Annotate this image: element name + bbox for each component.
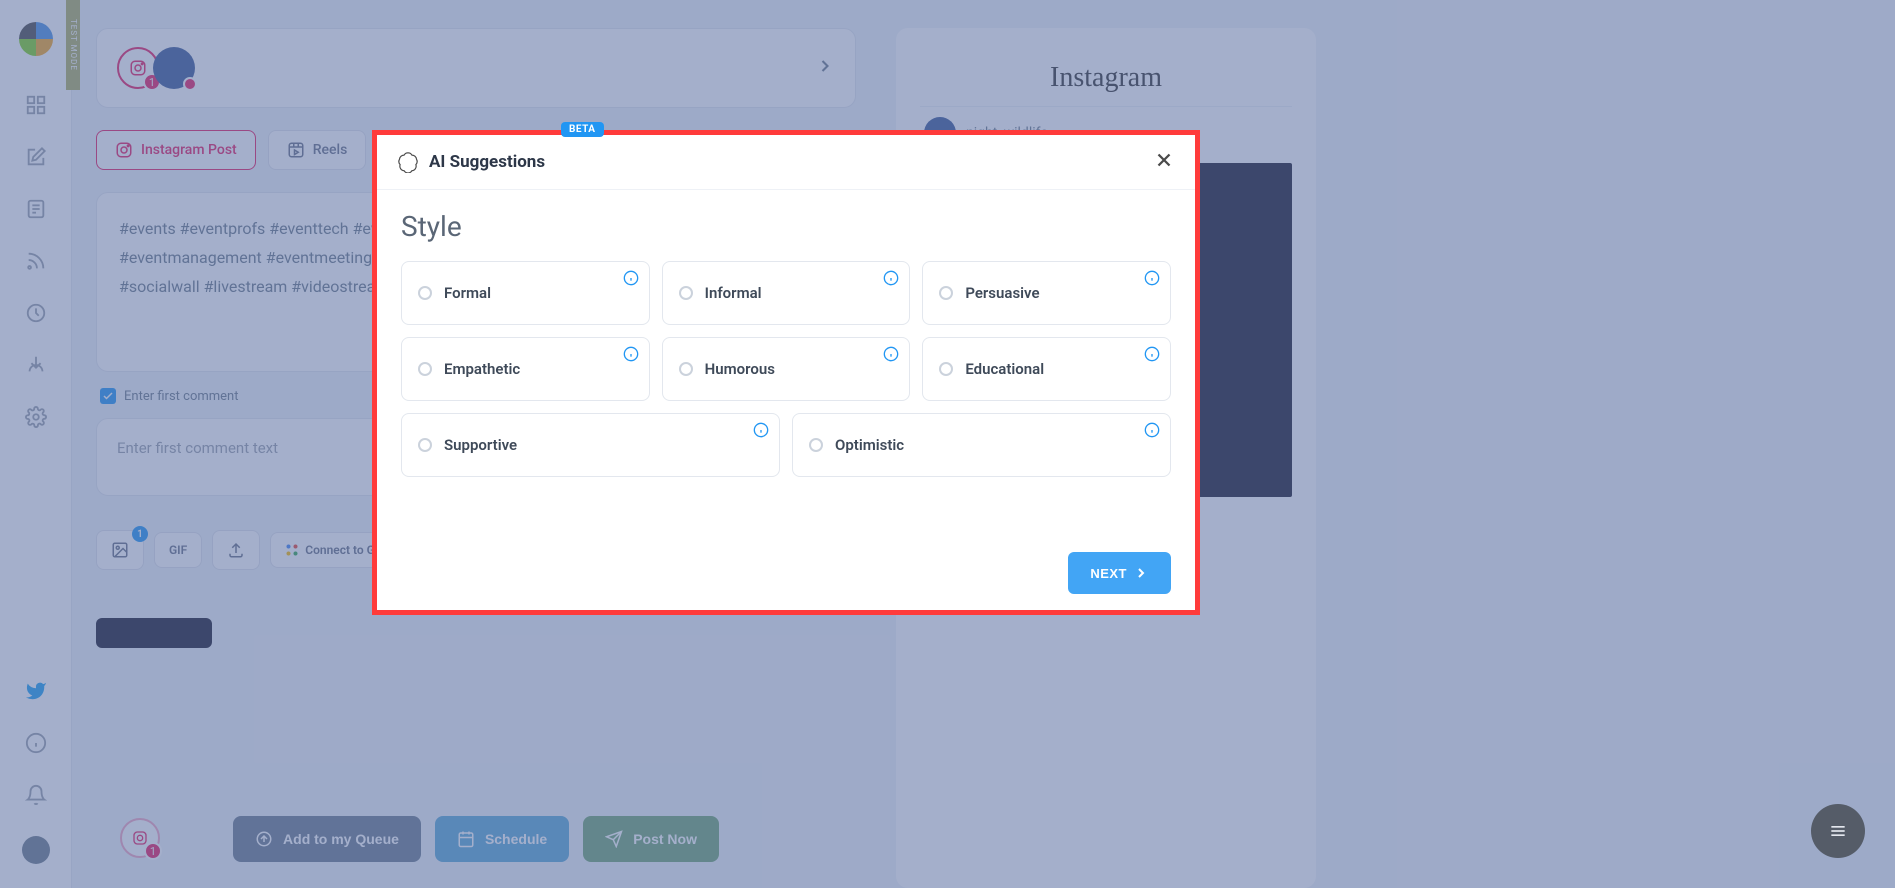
radio-icon (939, 362, 953, 376)
style-heading: Style (401, 210, 1171, 243)
fab-menu-button[interactable] (1811, 804, 1865, 858)
info-icon[interactable] (1144, 422, 1160, 438)
radio-icon (809, 438, 823, 452)
option-label: Persuasive (965, 284, 1039, 302)
menu-icon (1828, 821, 1848, 841)
modal-footer: NEXT (377, 536, 1195, 610)
option-label: Empathetic (444, 360, 520, 378)
radio-icon (939, 286, 953, 300)
radio-icon (679, 362, 693, 376)
info-icon[interactable] (1144, 270, 1160, 286)
modal-header: AI Suggestions (377, 135, 1195, 190)
chevron-right-icon (1133, 565, 1149, 581)
close-icon (1153, 149, 1175, 171)
next-label: NEXT (1090, 566, 1127, 581)
modal-title-wrap: AI Suggestions (397, 151, 545, 173)
style-option-persuasive[interactable]: Persuasive (922, 261, 1171, 325)
radio-icon (418, 362, 432, 376)
radio-icon (418, 438, 432, 452)
option-label: Informal (705, 284, 762, 302)
option-label: Humorous (705, 360, 775, 378)
radio-icon (679, 286, 693, 300)
modal-title: AI Suggestions (429, 152, 545, 172)
style-option-formal[interactable]: Formal (401, 261, 650, 325)
openai-icon (397, 151, 419, 173)
option-label: Supportive (444, 436, 517, 454)
style-option-informal[interactable]: Informal (662, 261, 911, 325)
radio-icon (418, 286, 432, 300)
ai-suggestions-modal: BETA AI Suggestions Style Formal Informa… (372, 130, 1200, 615)
style-option-supportive[interactable]: Supportive (401, 413, 780, 477)
modal-close-button[interactable] (1153, 149, 1175, 175)
modal-body: Style Formal Informal Persuasive Empathe… (377, 190, 1195, 536)
info-icon[interactable] (1144, 346, 1160, 362)
option-label: Formal (444, 284, 491, 302)
info-icon[interactable] (623, 270, 639, 286)
option-label: Optimistic (835, 436, 904, 454)
style-options-grid: Formal Informal Persuasive Empathetic Hu (401, 261, 1171, 477)
style-option-humorous[interactable]: Humorous (662, 337, 911, 401)
next-button[interactable]: NEXT (1068, 552, 1171, 594)
info-icon[interactable] (623, 346, 639, 362)
info-icon[interactable] (883, 346, 899, 362)
info-icon[interactable] (883, 270, 899, 286)
option-label: Educational (965, 360, 1044, 378)
info-icon[interactable] (753, 422, 769, 438)
style-option-empathetic[interactable]: Empathetic (401, 337, 650, 401)
style-option-educational[interactable]: Educational (922, 337, 1171, 401)
style-option-optimistic[interactable]: Optimistic (792, 413, 1171, 477)
